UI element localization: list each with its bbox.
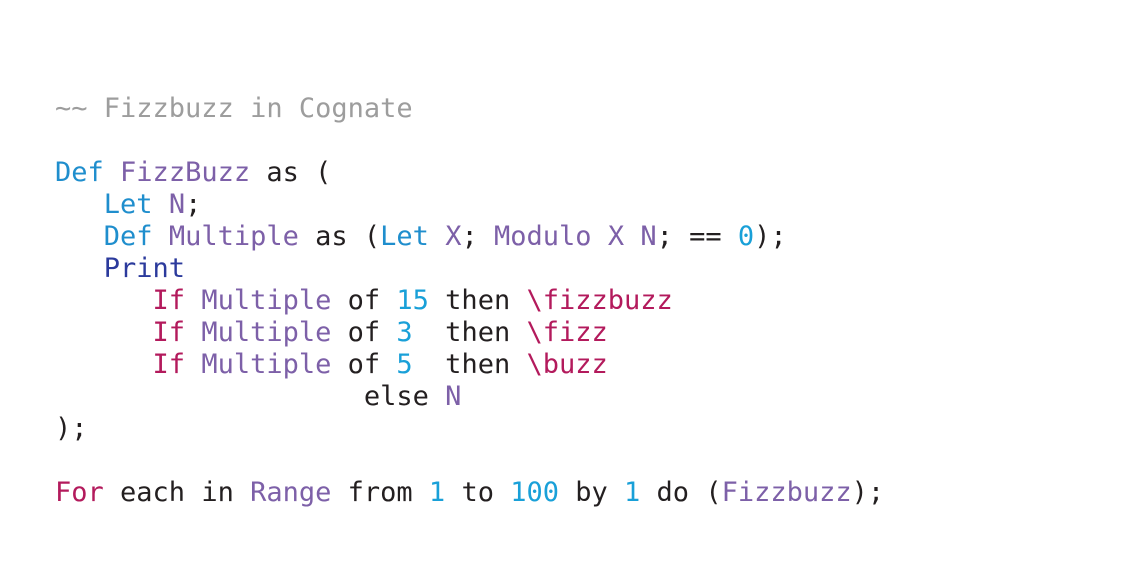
code-line: If Multiple of 3 then \fizz: [55, 317, 884, 349]
token-identifier: FizzBuzz: [120, 157, 251, 188]
token-number: 5: [396, 349, 413, 380]
token-number: 1: [428, 477, 446, 508]
token-identifier: Multiple: [168, 221, 299, 252]
code-line: Def Multiple as (Let X; Modulo X N; == 0…: [55, 221, 884, 253]
token-identifier: Multiple: [201, 317, 332, 348]
token-identifier: Multiple: [201, 285, 332, 316]
token-plain: );: [55, 413, 88, 444]
token-plain: as: [266, 157, 299, 188]
token-identifier: N: [445, 381, 462, 412]
token-number: 100: [510, 477, 559, 508]
token-definition_keyword: Def: [55, 157, 104, 188]
token-identifier: N: [168, 189, 186, 220]
token-number: 0: [737, 221, 755, 252]
token-plain: );: [754, 221, 787, 252]
code-line: If Multiple of 15 then \fizzbuzz: [55, 285, 884, 317]
token-definition_keyword: Let: [380, 221, 429, 252]
token-control_keyword: If: [152, 317, 186, 348]
token-identifier: N: [640, 221, 657, 252]
code-line: else N: [55, 381, 884, 413]
code-line: Def FizzBuzz as (: [55, 157, 884, 189]
token-number: 1: [624, 477, 641, 508]
token-plain: then: [412, 349, 527, 380]
token-identifier: Range: [250, 477, 332, 508]
token-plain: else: [363, 381, 429, 412]
token-print_keyword: Print: [103, 253, 186, 284]
code-line: ~~ Fizzbuzz in Cognate: [55, 93, 884, 125]
token-string: \buzz: [526, 349, 608, 380]
code-line: For each in Range from 1 to 100 by 1 do …: [55, 477, 884, 509]
token-identifier: Multiple: [201, 349, 332, 380]
token-plain: to: [445, 477, 511, 508]
token-identifier: Fizzbuzz: [721, 477, 852, 508]
token-identifier: X: [445, 221, 462, 252]
token-definition_keyword: Def: [103, 221, 153, 252]
token-plain: from: [331, 477, 429, 508]
code-line: If Multiple of 5 then \buzz: [55, 349, 884, 381]
token-string: \fizzbuzz: [526, 285, 673, 316]
code-line: Let N;: [55, 189, 884, 221]
token-control_keyword: If: [152, 285, 186, 316]
token-plain: of: [331, 349, 397, 380]
token-plain: ;: [185, 189, 202, 220]
code-line: );: [55, 413, 884, 445]
token-number: 3: [396, 317, 413, 348]
token-plain: (: [315, 157, 332, 188]
token-definition_keyword: Let: [103, 189, 153, 220]
token-plain: );: [851, 477, 885, 508]
token-plain: as: [315, 221, 348, 252]
token-plain: each in: [103, 477, 251, 508]
token-identifier: Modulo: [494, 221, 592, 252]
token-plain: then: [412, 317, 527, 348]
token-plain: of: [331, 317, 397, 348]
token-plain: do (: [640, 477, 722, 508]
code-line: Print: [55, 253, 884, 285]
token-control_keyword: For: [55, 477, 104, 508]
token-plain: (: [347, 221, 381, 252]
code-listing[interactable]: ~~ Fizzbuzz in Cognate Def FizzBuzz as (…: [55, 93, 884, 509]
token-number: 15: [396, 285, 429, 316]
token-plain: by: [559, 477, 625, 508]
token-string: \fizz: [526, 317, 608, 348]
token-plain: then: [428, 285, 527, 316]
token-comment: ~~ Fizzbuzz in Cognate: [55, 93, 413, 124]
token-plain: of: [331, 285, 397, 316]
token-plain: ;: [461, 221, 494, 252]
token-control_keyword: If: [152, 349, 186, 380]
token-identifier: X: [607, 221, 625, 252]
token-plain: ; ==: [656, 221, 738, 252]
